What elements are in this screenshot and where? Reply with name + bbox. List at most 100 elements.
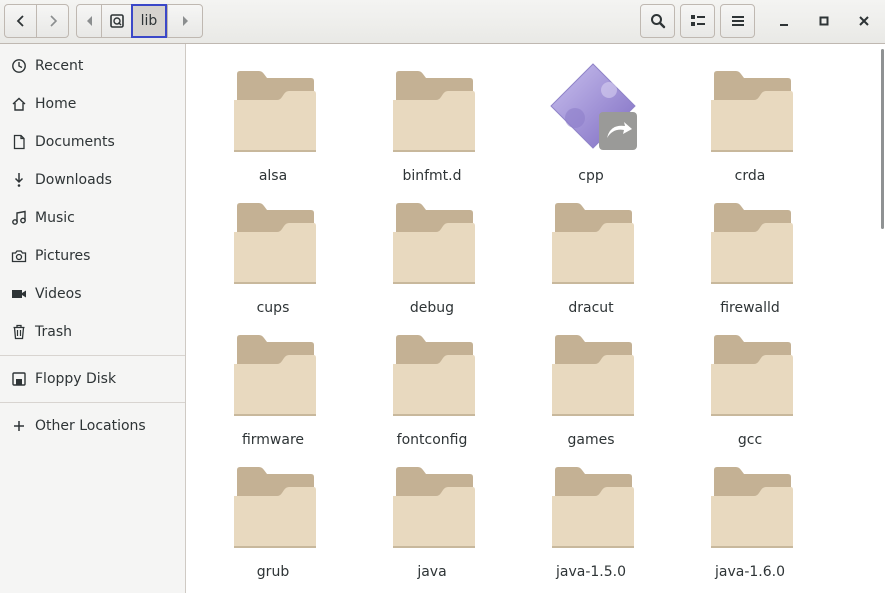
maximize-button[interactable] [807,4,841,38]
navigation-buttons [4,4,69,38]
trash-icon [10,323,28,341]
file-name: debug [409,300,455,316]
folder-item[interactable]: binfmt.d [357,60,507,190]
triangle-left-icon [86,16,92,26]
sidebar-item-label: Pictures [35,248,91,264]
file-name: java-1.6.0 [714,564,785,580]
search-button[interactable] [640,4,675,38]
sidebar-divider [0,355,185,356]
folder-icon [708,66,796,154]
folder-item[interactable]: java-1.5.0 [516,456,666,586]
file-name: fontconfig [396,432,468,448]
list-view-icon [690,15,705,26]
file-name: dracut [568,300,614,316]
sidebar-item-floppy-disk[interactable]: Floppy Disk [0,361,185,397]
chevron-left-icon [16,15,24,27]
file-grid: alsa binfmt.d cpp crda cups debug dracut firewa… [187,45,885,593]
folder-item[interactable]: games [516,324,666,454]
sidebar-item-label: Downloads [35,172,112,188]
folder-icon [549,462,637,550]
sidebar-item-music[interactable]: Music [0,200,185,236]
folder-item[interactable]: dracut [516,192,666,322]
folder-item[interactable]: firmware [198,324,348,454]
sidebar-item-label: Music [35,210,75,226]
sidebar-item-label: Recent [35,58,84,74]
folder-icon [390,66,478,154]
path-home-button[interactable] [101,5,131,37]
folder-item[interactable]: cups [198,192,348,322]
back-button[interactable] [5,5,36,37]
folder-item[interactable]: grub [198,456,348,586]
sidebar-item-other-locations[interactable]: Other Locations [0,408,185,444]
forward-button[interactable] [36,5,68,37]
sidebar-item-label: Home [35,96,77,112]
plus-icon [10,417,28,435]
file-item[interactable]: cpp [516,60,666,190]
sidebar-item-downloads[interactable]: Downloads [0,162,185,198]
file-name: cpp [578,168,604,184]
folder-item[interactable]: java-1.6.0 [675,456,825,586]
sidebar-item-label: Trash [35,324,72,340]
music-icon [10,209,28,227]
sidebar-item-label: Floppy Disk [35,371,117,387]
close-button[interactable] [847,4,881,38]
floppy-disk-icon [10,370,28,388]
hamburger-menu-icon [731,16,744,26]
folder-icon [549,330,637,418]
folder-icon [390,462,478,550]
folder-icon [390,330,478,418]
minimize-button[interactable] [767,4,801,38]
folder-icon [708,462,796,550]
sidebar-divider [0,402,185,403]
path-scroll-right-button[interactable] [167,5,202,37]
folder-icon [708,198,796,286]
path-bar: lib [76,4,203,38]
folder-icon [231,330,319,418]
sidebar-item-pictures[interactable]: Pictures [0,238,185,274]
sidebar-item-label: Documents [35,134,115,150]
sidebar: Recent Home Documents Downloads Music Pi… [0,44,186,593]
folder-item[interactable]: debug [357,192,507,322]
folder-item[interactable]: crda [675,60,825,190]
search-icon [650,14,665,29]
path-current-segment[interactable]: lib [131,4,167,38]
folder-icon [231,462,319,550]
folder-icon [231,66,319,154]
header-bar: lib [0,0,885,44]
file-name: cups [256,300,290,316]
sidebar-item-documents[interactable]: Documents [0,124,185,160]
sidebar-item-label: Videos [35,286,82,302]
file-name: gcc [737,432,763,448]
menu-button[interactable] [720,4,755,38]
sidebar-item-recent[interactable]: Recent [0,48,185,84]
file-name: firmware [241,432,305,448]
close-icon [859,16,869,26]
file-name: crda [734,168,766,184]
file-name: grub [256,564,290,580]
path-scroll-left-button[interactable] [77,5,101,37]
sidebar-item-home[interactable]: Home [0,86,185,122]
document-icon [10,133,28,151]
view-toggle-button[interactable] [680,4,715,38]
executable-link-icon [547,62,637,150]
folder-item[interactable]: java [357,456,507,586]
folder-icon [549,198,637,286]
folder-item[interactable]: fontconfig [357,324,507,454]
folder-item[interactable]: gcc [675,324,825,454]
file-name: binfmt.d [402,168,462,184]
folder-icon [390,198,478,286]
scrollbar[interactable] [881,49,884,229]
download-icon [10,171,28,189]
clock-icon [10,57,28,75]
sidebar-item-videos[interactable]: Videos [0,276,185,312]
sidebar-item-label: Other Locations [35,418,146,434]
sidebar-item-trash[interactable]: Trash [0,314,185,350]
folder-icon [231,198,319,286]
folder-item[interactable]: firewalld [675,192,825,322]
root-drive-icon [109,14,124,28]
file-name: java [417,564,447,580]
minimize-icon [780,24,788,26]
folder-item[interactable]: alsa [198,60,348,190]
file-name: java-1.5.0 [555,564,626,580]
triangle-right-icon [182,16,188,26]
